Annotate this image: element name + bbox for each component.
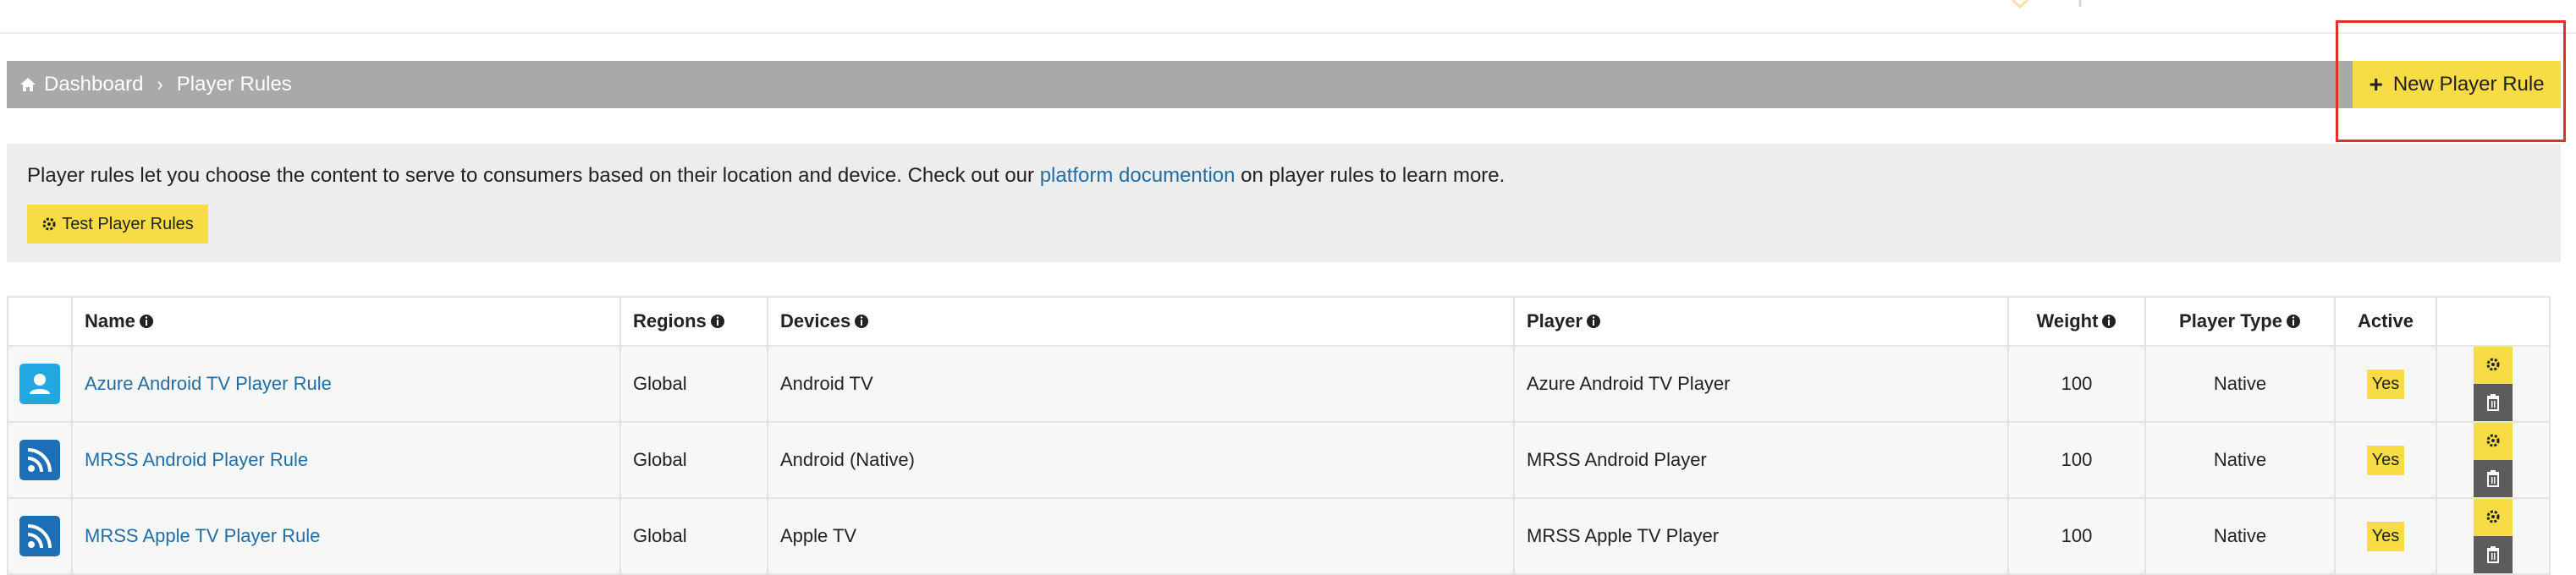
edit-rule-button[interactable] [2474, 499, 2513, 536]
actions-cell [2436, 497, 2551, 575]
azure-user-icon [19, 364, 60, 404]
header-name-label: Name [85, 310, 135, 331]
table-row[interactable]: MRSS Apple TV Player Rule Global Apple T… [7, 497, 2551, 575]
devices-cell: Android TV [767, 345, 1515, 423]
test-player-rules-label: Test Player Rules [62, 214, 194, 233]
row-icon-cell [7, 497, 73, 575]
gear-icon [2486, 510, 2500, 523]
header-regions-label: Regions [633, 310, 707, 331]
info-text-after: on player rules to learn more. [1235, 164, 1505, 187]
weight-cell: 100 [2007, 421, 2146, 499]
trash-icon [2487, 394, 2499, 411]
rule-name-link[interactable]: MRSS Apple TV Player Rule [85, 525, 320, 546]
info-icon [710, 315, 724, 328]
rule-name-link[interactable]: Azure Android TV Player Rule [85, 373, 332, 394]
delete-rule-button[interactable] [2474, 460, 2513, 497]
gear-icon [2486, 434, 2500, 447]
breadcrumb-dashboard-link[interactable]: Dashboard [44, 73, 143, 96]
breadcrumb: Dashboard › Player Rules [19, 61, 292, 108]
header-devices-label: Devices [780, 310, 851, 331]
edit-rule-button[interactable] [2474, 423, 2513, 460]
active-badge[interactable]: Yes [2366, 445, 2405, 475]
actions-cell [2436, 345, 2551, 423]
header-weight[interactable]: Weight [2007, 296, 2146, 347]
rule-name-cell[interactable]: MRSS Android Player Rule [71, 421, 621, 499]
header-name[interactable]: Name [71, 296, 621, 347]
header-actions [2436, 296, 2551, 347]
player-cell: MRSS Apple TV Player [1513, 497, 2009, 575]
player-rules-table: Name Regions Devices Player Weight Playe… [7, 296, 2551, 575]
info-icon [139, 315, 153, 328]
header-active-label: Active [2357, 310, 2414, 331]
info-icon [2286, 315, 2300, 328]
actions-cell [2436, 421, 2551, 499]
top-strip [0, 0, 2576, 34]
weight-cell: 100 [2007, 345, 2146, 423]
platform-documentation-link[interactable]: platform documention [1040, 164, 1236, 187]
devices-cell: Android (Native) [767, 421, 1515, 499]
regions-cell: Global [619, 421, 768, 499]
header-player-type[interactable]: Player Type [2144, 296, 2336, 347]
info-icon [1587, 315, 1601, 328]
regions-cell: Global [619, 345, 768, 423]
table-row[interactable]: Azure Android TV Player Rule Global Andr… [7, 345, 2551, 423]
delete-rule-button[interactable] [2474, 536, 2513, 573]
header-devices[interactable]: Devices [767, 296, 1515, 347]
rule-name-cell[interactable]: Azure Android TV Player Rule [71, 345, 621, 423]
player-type-cell: Native [2144, 345, 2336, 423]
active-badge[interactable]: Yes [2366, 521, 2405, 551]
player-cell: Azure Android TV Player [1513, 345, 2009, 423]
info-text-before: Player rules let you choose the content … [27, 164, 1040, 187]
info-icon [855, 315, 869, 328]
header-regions[interactable]: Regions [619, 296, 768, 347]
delete-rule-button[interactable] [2474, 384, 2513, 421]
header-player-label: Player [1527, 310, 1583, 331]
active-cell: Yes [2334, 421, 2437, 499]
gear-icon [42, 217, 56, 231]
breadcrumb-bar: Dashboard › Player Rules + New Player Ru… [7, 61, 2561, 108]
gear-icon [2486, 358, 2500, 371]
player-type-cell: Native [2144, 497, 2336, 575]
trash-icon [2487, 470, 2499, 487]
row-icon-cell [7, 421, 73, 499]
active-badge[interactable]: Yes [2366, 369, 2405, 399]
logo-fragment-icon [2078, 0, 2082, 7]
info-panel: Player rules let you choose the content … [7, 144, 2561, 262]
trash-icon [2487, 546, 2499, 563]
logo-fragment-icon [2012, 0, 2028, 8]
header-weight-label: Weight [2036, 310, 2099, 331]
row-icon-cell [7, 345, 73, 423]
highlight-box [2336, 20, 2566, 142]
active-cell: Yes [2334, 497, 2437, 575]
rule-name-link[interactable]: MRSS Android Player Rule [85, 449, 308, 470]
edit-rule-button[interactable] [2474, 347, 2513, 384]
player-type-cell: Native [2144, 421, 2336, 499]
header-player[interactable]: Player [1513, 296, 2009, 347]
devices-cell: Apple TV [767, 497, 1515, 575]
active-cell: Yes [2334, 345, 2437, 423]
breadcrumb-current: Player Rules [176, 73, 292, 96]
info-text: Player rules let you choose the content … [27, 164, 1505, 188]
breadcrumb-separator: › [157, 74, 163, 95]
home-icon [20, 78, 36, 91]
rss-feed-icon [19, 440, 60, 480]
header-active[interactable]: Active [2334, 296, 2437, 347]
header-player-type-label: Player Type [2179, 310, 2282, 331]
table-row[interactable]: MRSS Android Player Rule Global Android … [7, 421, 2551, 499]
info-icon [2102, 315, 2116, 328]
weight-cell: 100 [2007, 497, 2146, 575]
header-icon-col [7, 296, 73, 347]
regions-cell: Global [619, 497, 768, 575]
player-cell: MRSS Android Player [1513, 421, 2009, 499]
rule-name-cell[interactable]: MRSS Apple TV Player Rule [71, 497, 621, 575]
test-player-rules-button[interactable]: Test Player Rules [27, 205, 208, 244]
rss-feed-icon [19, 516, 60, 556]
table-header-row: Name Regions Devices Player Weight Playe… [7, 296, 2551, 347]
